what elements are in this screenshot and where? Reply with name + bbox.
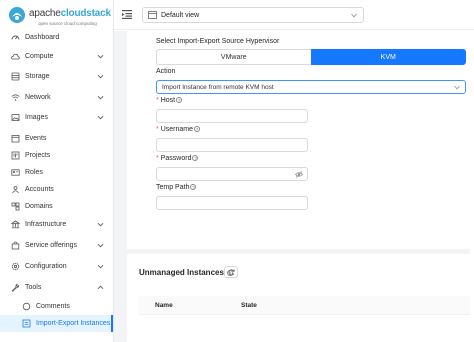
import-icon [22,319,31,328]
host-input[interactable] [156,109,308,123]
sidebar-item-label: Tools [25,284,42,291]
action-select[interactable]: Import Instance from remote KVM host [156,80,466,94]
sidebar-item-label: Compute [25,53,54,60]
sidebar-item-network[interactable]: Network [0,89,113,106]
hypervisor-option-vmware[interactable]: VMware [156,49,311,65]
sidebar-item-service-offerings[interactable]: Service offerings [0,237,113,254]
action-select-value: Import Instance from remote KVM host [162,83,274,91]
table-header: Name State [139,296,470,315]
sidebar-item-label: Images [25,114,48,121]
column-header-name[interactable]: Name [155,302,173,309]
eye-invisible-icon[interactable] [295,171,303,178]
message-icon [22,302,31,311]
sidebar-item-projects[interactable]: Projects [0,147,113,164]
brand-tagline: open source cloud computing [38,21,97,26]
block-icon [11,202,20,211]
info-icon[interactable]: ? [194,126,201,132]
sidebar-item-accounts[interactable]: Accounts [0,181,113,198]
project-view-icon [148,11,157,19]
chevron-down-icon [454,85,460,90]
topbar: Default view [114,0,474,30]
sidebar-item-compute[interactable]: Compute [0,48,113,65]
brand-name: apachecloudstack [29,8,111,19]
username-label: * Username? [156,126,201,133]
team-icon [11,185,20,194]
import-form-card: Select Import-Export Source Hypervisor V… [127,31,470,249]
sidebar-item-storage[interactable]: Storage [0,68,113,85]
hypervisor-option-kvm[interactable]: KVM [310,49,466,65]
cloudstack-logo-icon [9,7,25,23]
sidebar-item-domains[interactable]: Domains [0,198,113,215]
sidebar-subitem-import-export-instances[interactable]: Import-Export Instances [0,315,113,332]
idcard-icon [11,168,20,177]
sidebar-item-label: Roles [25,169,43,176]
sidebar-item-label: Accounts [25,186,54,193]
sidebar-item-roles[interactable]: Roles [0,164,113,181]
sidebar-item-infrastructure[interactable]: Infrastructure [0,216,113,233]
sidebar-item-events[interactable]: Events [0,130,113,147]
sidebar-item-label: Service offerings [25,242,78,249]
sidebar-item-configuration[interactable]: Configuration [0,258,113,275]
chevron-down-icon [97,73,104,80]
schedule-icon [11,134,20,143]
shopping-icon [11,241,20,250]
menu-fold-icon[interactable] [122,10,132,19]
sidebar-item-tools[interactable]: Tools [0,279,113,296]
picture-icon [11,113,20,122]
info-icon[interactable]: ? [192,155,199,161]
main-content: Select Import-Export Source Hypervisor V… [114,31,470,342]
sidebar: apachecloudstack open source cloud compu… [0,0,114,342]
sidebar-item-label: Projects [25,152,51,159]
column-header-state[interactable]: State [241,302,257,309]
sidebar-subitem-comments[interactable]: Comments [0,298,113,315]
chevron-down-icon [97,242,104,249]
sidebar-item-label: Events [25,135,47,142]
info-icon[interactable]: ? [176,97,183,103]
chevron-down-icon [97,114,104,121]
chevron-down-icon [97,221,104,228]
unmanaged-instances-title: Unmanaged Instances ? [139,268,234,277]
sidebar-item-label: Comments [36,303,70,310]
setting-icon [11,262,20,271]
password-input[interactable] [156,167,308,181]
hypervisor-label: Select Import-Export Source Hypervisor [156,38,280,45]
chevron-down-icon [97,263,104,270]
database-icon [11,72,20,81]
sidebar-item-label: Storage [25,73,50,80]
password-label: * Password? [156,155,199,162]
tool-icon [11,283,20,292]
sidebar-item-label: Infrastructure [25,221,67,228]
reload-button[interactable] [224,266,238,278]
host-label: * Host? [156,97,183,104]
logo[interactable]: apachecloudstack open source cloud compu… [8,4,111,30]
temp-path-label: Temp Path? [156,184,197,191]
sidebar-item-label: Configuration [25,263,67,270]
dashboard-icon [11,33,20,42]
view-select-value: Default view [161,11,200,19]
project-icon [11,151,20,160]
cloud-icon [11,52,20,61]
bank-icon [11,220,20,229]
info-icon[interactable]: ? [190,184,197,190]
temp-path-input[interactable] [156,196,308,210]
sidebar-item-label: Network [25,94,51,101]
chevron-down-icon [97,94,104,101]
chevron-down-icon [97,53,104,60]
view-select[interactable]: Default view [142,7,364,23]
wifi-icon [11,93,20,102]
sidebar-item-label: Import-Export Instances [36,320,111,327]
hypervisor-segmented-control: VMware KVM [156,49,466,65]
username-input[interactable] [156,138,308,152]
unmanaged-instances-card: Unmanaged Instances ? Name State [127,254,470,342]
chevron-up-icon [97,284,104,291]
sidebar-item-label: Domains [25,203,53,210]
action-label: Action [156,68,176,75]
sidebar-item-label: Dashboard [25,34,60,41]
sidebar-item-images[interactable]: Images [0,109,113,126]
sidebar-item-dashboard[interactable]: Dashboard [0,29,113,46]
chevron-down-icon [351,13,357,18]
reload-icon [228,268,235,275]
